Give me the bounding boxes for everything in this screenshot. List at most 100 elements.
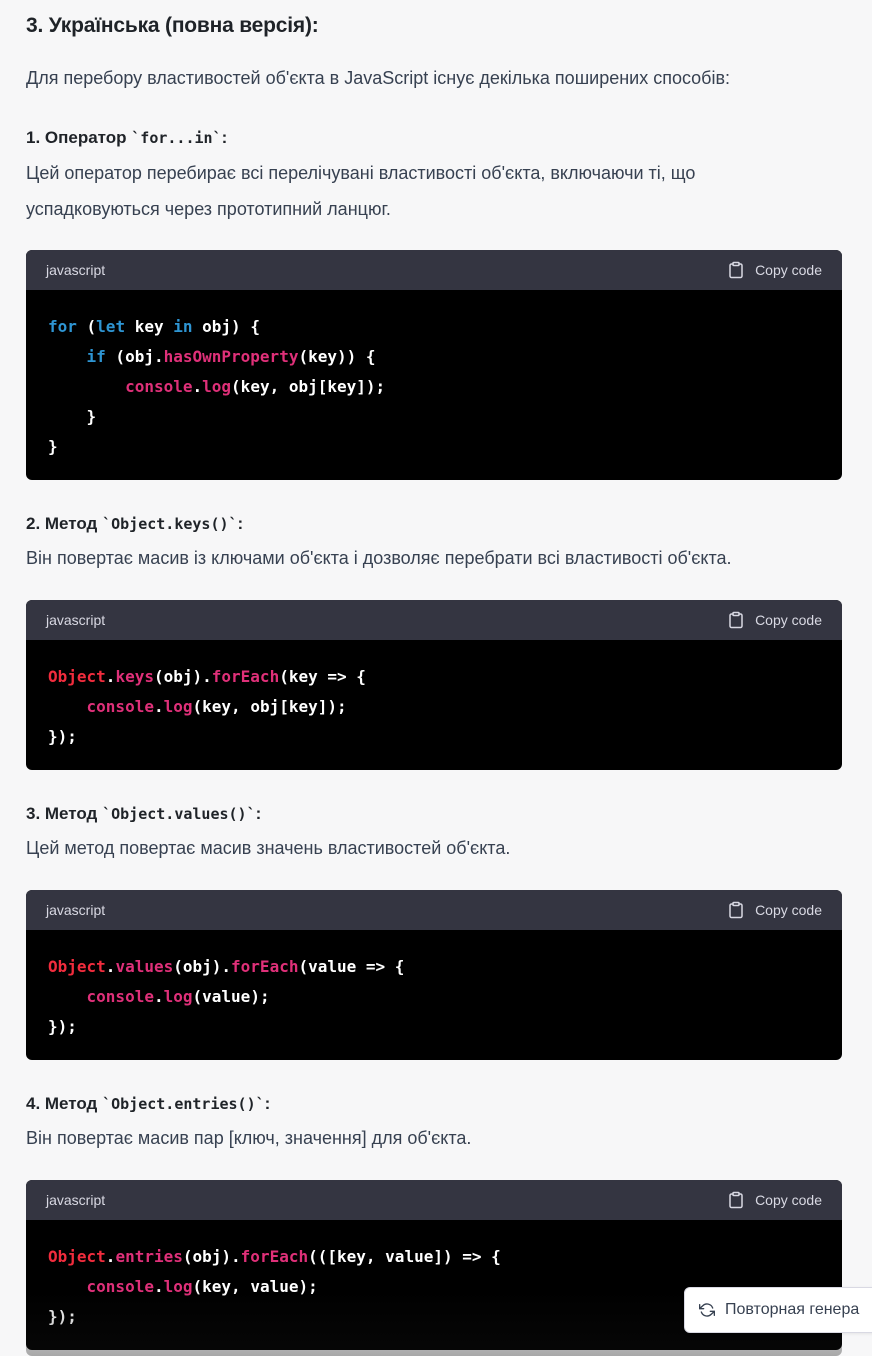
clipboard-icon — [729, 261, 743, 279]
copy-code-label: Copy code — [755, 1192, 822, 1208]
copy-code-label: Copy code — [755, 902, 822, 918]
code-token: (key, obj[key]); — [192, 697, 347, 716]
clipboard-icon — [729, 1191, 743, 1209]
code-header: javascript Copy code — [26, 890, 842, 930]
code-token: . — [153, 987, 164, 1006]
code-token: let — [96, 317, 126, 336]
code-header: javascript Copy code — [26, 250, 842, 290]
code-token: (([key, value]) => { — [308, 1247, 501, 1266]
intro-paragraph: Для перебору властивостей об'єкта в Java… — [26, 68, 731, 88]
code-token: Object — [48, 957, 106, 976]
code-token: values — [115, 957, 174, 976]
copy-code-button[interactable]: Copy code — [727, 611, 822, 629]
copy-code-label: Copy code — [755, 612, 822, 628]
code-body: Object.keys(obj).forEach(key => { consol… — [26, 640, 842, 770]
inline-code: `Object.entries()` — [102, 1095, 265, 1113]
section-heading: 3. Українська (повна версія): — [26, 14, 319, 37]
subheading-number: 3. Метод — [26, 804, 103, 823]
code-token: obj) { — [192, 317, 260, 336]
description-for-in-line2: успадковуються через прототипний ланцюг. — [26, 199, 391, 219]
inline-code: `Object.values()` — [102, 805, 256, 823]
code-token: (obj). — [153, 667, 212, 686]
code-header: javascript Copy code — [26, 1180, 842, 1220]
code-token: forEach — [231, 957, 299, 976]
code-token: for — [48, 317, 77, 336]
code-language-label: javascript — [46, 262, 106, 278]
code-token: . — [153, 1277, 164, 1296]
code-token: (key => { — [279, 667, 366, 686]
code-block-object-values: javascript Copy code Object.values(obj).… — [26, 890, 842, 1060]
code-token: log — [163, 1277, 193, 1296]
code-block-for-in: javascript Copy code for (let key in obj… — [26, 250, 842, 480]
code-token: }); — [48, 1017, 77, 1036]
subheading-object-values: 3. Метод `Object.values()`: — [26, 802, 261, 826]
copy-code-button[interactable]: Copy code — [727, 261, 822, 279]
code-token: (obj). — [182, 1247, 241, 1266]
code-token: if — [86, 347, 106, 366]
inline-code: `for...in` — [131, 129, 222, 147]
subheading-object-entries: 4. Метод `Object.entries()`: — [26, 1092, 270, 1116]
code-token: }); — [48, 1307, 77, 1326]
code-token: ( — [76, 317, 97, 336]
code-token: hasOwnProperty — [163, 347, 299, 366]
code-token: console — [86, 987, 154, 1006]
code-token: log — [202, 377, 232, 396]
copy-code-label: Copy code — [755, 262, 822, 278]
code-token: } — [48, 407, 97, 426]
code-token: . — [105, 1247, 116, 1266]
code-token: . — [192, 377, 203, 396]
code-token: forEach — [240, 1247, 309, 1266]
description-object-keys: Він повертає масив із ключами об'єкта і … — [26, 548, 732, 568]
code-token: console — [86, 697, 154, 716]
clipboard-icon — [729, 901, 743, 919]
code-token: console — [86, 1277, 154, 1296]
code-token: (key)) { — [298, 347, 376, 366]
copy-code-button[interactable]: Copy code — [727, 1191, 822, 1209]
copy-code-button[interactable]: Copy code — [727, 901, 822, 919]
code-block-object-keys: javascript Copy code Object.keys(obj).fo… — [26, 600, 842, 770]
subheading-number: 4. Метод — [26, 1094, 103, 1113]
inline-code: `Object.keys()` — [102, 515, 238, 533]
regenerate-button[interactable]: Повторная генера — [684, 1287, 872, 1333]
code-token: }); — [48, 727, 77, 746]
code-token: (key, value); — [192, 1277, 318, 1296]
refresh-icon — [699, 1303, 715, 1317]
description-object-values: Цей метод повертає масив значень властив… — [26, 838, 511, 858]
code-token: key — [125, 317, 174, 336]
description-object-entries: Він повертає масив пар [ключ, значення] … — [26, 1128, 472, 1148]
code-token: . — [105, 667, 116, 686]
code-token: (value); — [192, 987, 270, 1006]
code-token: log — [163, 987, 193, 1006]
code-token: (value => { — [298, 957, 405, 976]
code-token: log — [163, 697, 193, 716]
code-token: forEach — [211, 667, 280, 686]
subheading-number: 2. Метод — [26, 514, 103, 533]
code-body: Object.values(obj).forEach(value => { co… — [26, 930, 842, 1060]
colon: : — [264, 1094, 271, 1113]
subheading-object-keys: 2. Метод `Object.keys()`: — [26, 512, 243, 536]
colon: : — [255, 804, 262, 823]
code-token: Object — [48, 667, 106, 686]
subheading-for-in: 1. Оператор `for...in`: — [26, 126, 227, 150]
description-for-in-line1: Цей оператор перебирає всі перелічувані … — [26, 163, 696, 183]
code-token: keys — [115, 667, 154, 686]
subheading-number: 1. Оператор — [26, 128, 132, 147]
code-token: (obj. — [105, 347, 164, 366]
code-language-label: javascript — [46, 612, 106, 628]
code-token: } — [48, 437, 58, 456]
code-token: . — [153, 697, 164, 716]
code-token: (key, obj[key]); — [231, 377, 386, 396]
code-token: (obj). — [173, 957, 232, 976]
code-token: . — [105, 957, 116, 976]
regenerate-label: Повторная генера — [725, 1301, 860, 1318]
colon: : — [221, 128, 228, 147]
code-token: console — [125, 377, 193, 396]
code-language-label: javascript — [46, 902, 106, 918]
code-body: for (let key in obj) { if (obj.hasOwnPro… — [26, 290, 842, 480]
code-token: entries — [115, 1247, 183, 1266]
